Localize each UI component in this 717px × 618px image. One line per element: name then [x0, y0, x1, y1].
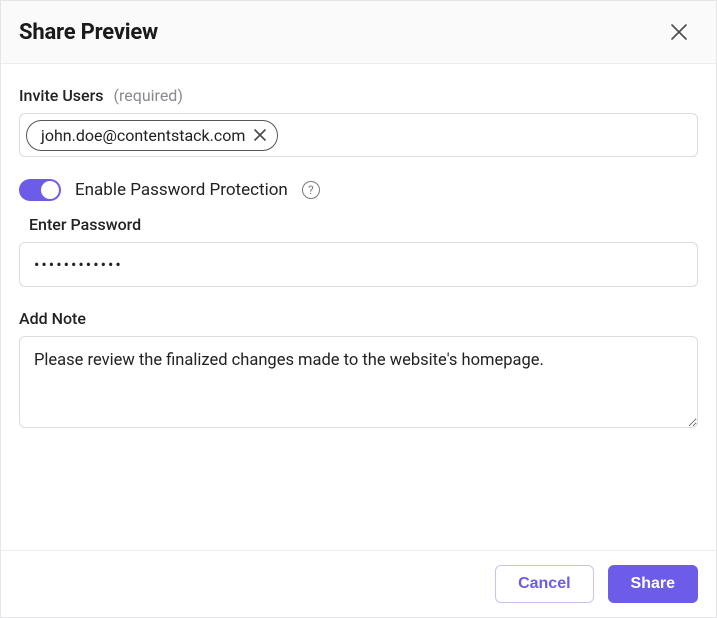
note-textarea[interactable]: [19, 336, 698, 428]
chip-email: john.doe@contentstack.com: [41, 126, 245, 145]
password-toggle-label: Enable Password Protection: [75, 180, 288, 200]
password-toggle[interactable]: [19, 179, 61, 201]
enter-password-label: Enter Password: [29, 215, 698, 234]
invite-text-input[interactable]: [284, 122, 691, 148]
modal-content: Invite Users (required) john.doe@content…: [1, 64, 716, 550]
note-label: Add Note: [19, 309, 86, 328]
invite-input[interactable]: john.doe@contentstack.com: [19, 113, 698, 157]
toggle-thumb: [41, 181, 59, 199]
cancel-button[interactable]: Cancel: [495, 565, 593, 603]
user-chip: john.doe@contentstack.com: [26, 120, 278, 151]
share-button[interactable]: Share: [608, 565, 698, 603]
modal-header: Share Preview: [1, 1, 716, 64]
modal-footer: Cancel Share: [1, 550, 716, 617]
close-icon: [253, 128, 267, 142]
invite-hint: (required): [114, 86, 183, 105]
help-icon[interactable]: ?: [302, 181, 320, 199]
close-button[interactable]: [666, 19, 692, 45]
invite-label: Invite Users: [19, 86, 104, 105]
close-icon: [670, 23, 688, 41]
add-note-field: Add Note: [19, 309, 698, 432]
password-toggle-row: Enable Password Protection ?: [19, 179, 698, 201]
invite-users-field: Invite Users (required) john.doe@content…: [19, 86, 698, 157]
invite-label-row: Invite Users (required): [19, 86, 698, 105]
password-input[interactable]: [19, 242, 698, 287]
share-preview-modal: Share Preview Invite Users (required) jo…: [0, 0, 717, 618]
chip-remove-button[interactable]: [253, 128, 267, 142]
enter-password-field: Enter Password: [19, 215, 698, 287]
modal-title: Share Preview: [19, 20, 158, 45]
note-label-row: Add Note: [19, 309, 698, 328]
